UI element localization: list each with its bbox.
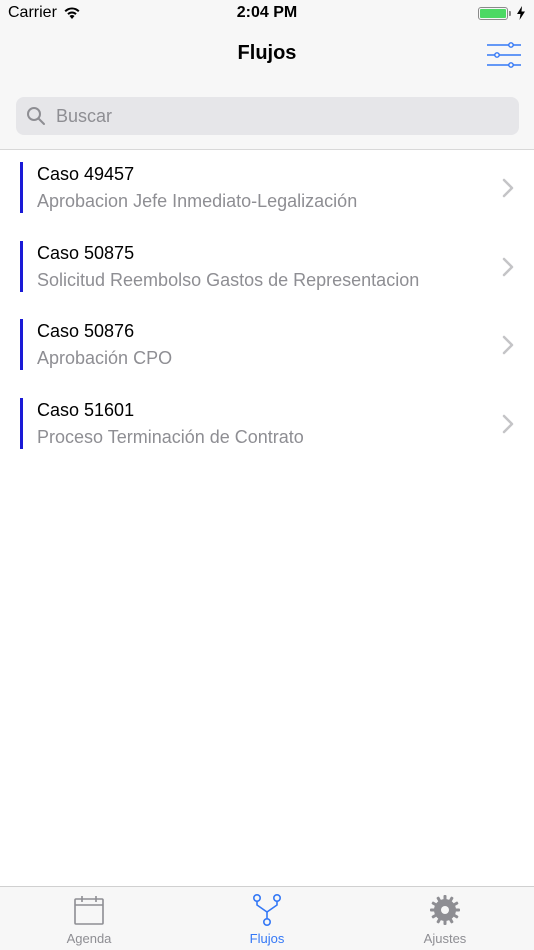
tab-agenda[interactable]: Agenda — [0, 893, 178, 949]
chevron-right-icon — [502, 414, 514, 434]
accent-bar — [20, 319, 23, 371]
search-input[interactable] — [54, 104, 498, 128]
search-icon — [27, 107, 45, 125]
search-bar[interactable] — [16, 97, 519, 135]
list-item-case-50875[interactable]: Caso 50875 Solicitud Reembolso Gastos de… — [0, 229, 534, 308]
list-item-case-50876[interactable]: Caso 50876 Aprobación CPO — [0, 307, 534, 386]
case-list: Caso 49457 Aprobacion Jefe Inmediato-Leg… — [0, 150, 534, 465]
calendar-icon — [74, 896, 104, 925]
gear-icon — [430, 895, 460, 925]
tab-label: Agenda — [66, 931, 112, 946]
flow-branch-icon — [252, 893, 281, 926]
list-item-case-49457[interactable]: Caso 49457 Aprobacion Jefe Inmediato-Leg… — [0, 150, 534, 229]
chevron-right-icon — [502, 336, 514, 355]
case-subtitle: Proceso Terminación de Contrato — [37, 427, 304, 448]
case-title: Caso 50876 — [37, 321, 135, 342]
filter-button[interactable] — [486, 40, 522, 70]
tab-bar: Agenda Flujos Ajustes — [0, 886, 534, 950]
case-title: Caso 51601 — [37, 400, 135, 421]
battery-indicator — [478, 6, 526, 20]
tab-label: Ajustes — [423, 931, 467, 946]
filter-sliders-icon — [487, 42, 521, 68]
charging-bolt-icon — [517, 6, 525, 20]
navigation-bar: Flujos — [0, 30, 534, 80]
status-bar: Carrier 2:04 PM — [0, 0, 534, 30]
accent-bar — [20, 240, 23, 292]
search-area — [0, 80, 534, 150]
battery-icon — [478, 6, 511, 20]
case-subtitle: Aprobación CPO — [37, 348, 173, 369]
case-subtitle: Solicitud Reembolso Gastos de Representa… — [37, 269, 420, 290]
accent-bar — [20, 398, 23, 450]
tab-flujos[interactable]: Flujos — [178, 893, 356, 949]
tab-ajustes[interactable]: Ajustes — [356, 893, 534, 949]
chevron-right-icon — [502, 178, 514, 198]
status-time: 2:04 PM — [236, 4, 298, 21]
accent-bar — [20, 162, 23, 213]
chevron-right-icon — [502, 257, 514, 276]
case-title: Caso 49457 — [37, 164, 135, 184]
case-subtitle: Aprobacion Jefe Inmediato-Legalización — [37, 191, 358, 211]
list-item-case-51601[interactable]: Caso 51601 Proceso Terminación de Contra… — [0, 386, 534, 465]
case-title: Caso 50875 — [37, 242, 135, 263]
tab-label: Flujos — [249, 931, 285, 946]
page-title: Flujos — [237, 42, 297, 64]
